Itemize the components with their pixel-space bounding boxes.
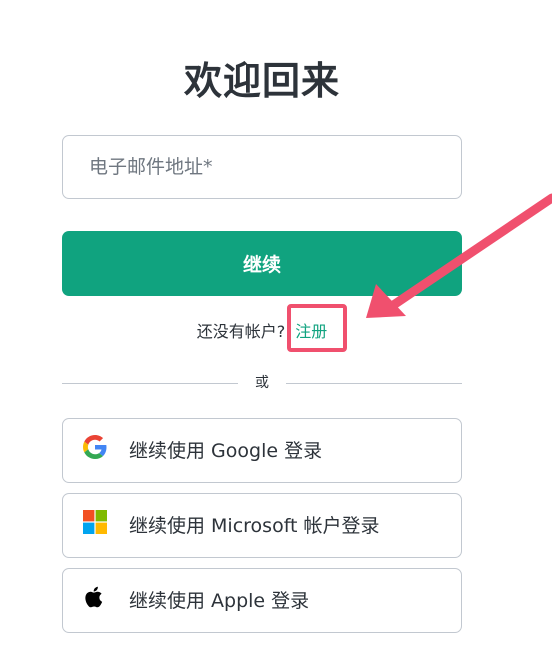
apple-login-label: 继续使用 Apple 登录: [129, 590, 310, 612]
google-icon: [83, 435, 107, 459]
signup-prompt: 还没有帐户?: [196, 322, 286, 341]
email-field[interactable]: [62, 135, 462, 199]
continue-button[interactable]: 继续: [62, 231, 462, 296]
signup-row: 还没有帐户? 注册: [0, 318, 524, 342]
page-title: 欢迎回来: [183, 59, 340, 103]
or-divider: 或: [62, 374, 462, 392]
signup-link[interactable]: 注册: [295, 322, 327, 341]
divider-line-right: [286, 383, 462, 384]
microsoft-icon: [83, 510, 107, 534]
apple-login-button[interactable]: 继续使用 Apple 登录: [62, 568, 462, 633]
apple-icon: [85, 586, 103, 608]
google-login-button[interactable]: 继续使用 Google 登录: [62, 418, 462, 483]
microsoft-login-button[interactable]: 继续使用 Microsoft 帐户登录: [62, 493, 462, 558]
login-page: 欢迎回来 继续 还没有帐户? 注册 或 继续使用 Google 登录 继续使用 M…: [0, 0, 552, 646]
microsoft-login-label: 继续使用 Microsoft 帐户登录: [129, 515, 380, 537]
google-login-label: 继续使用 Google 登录: [129, 440, 323, 462]
